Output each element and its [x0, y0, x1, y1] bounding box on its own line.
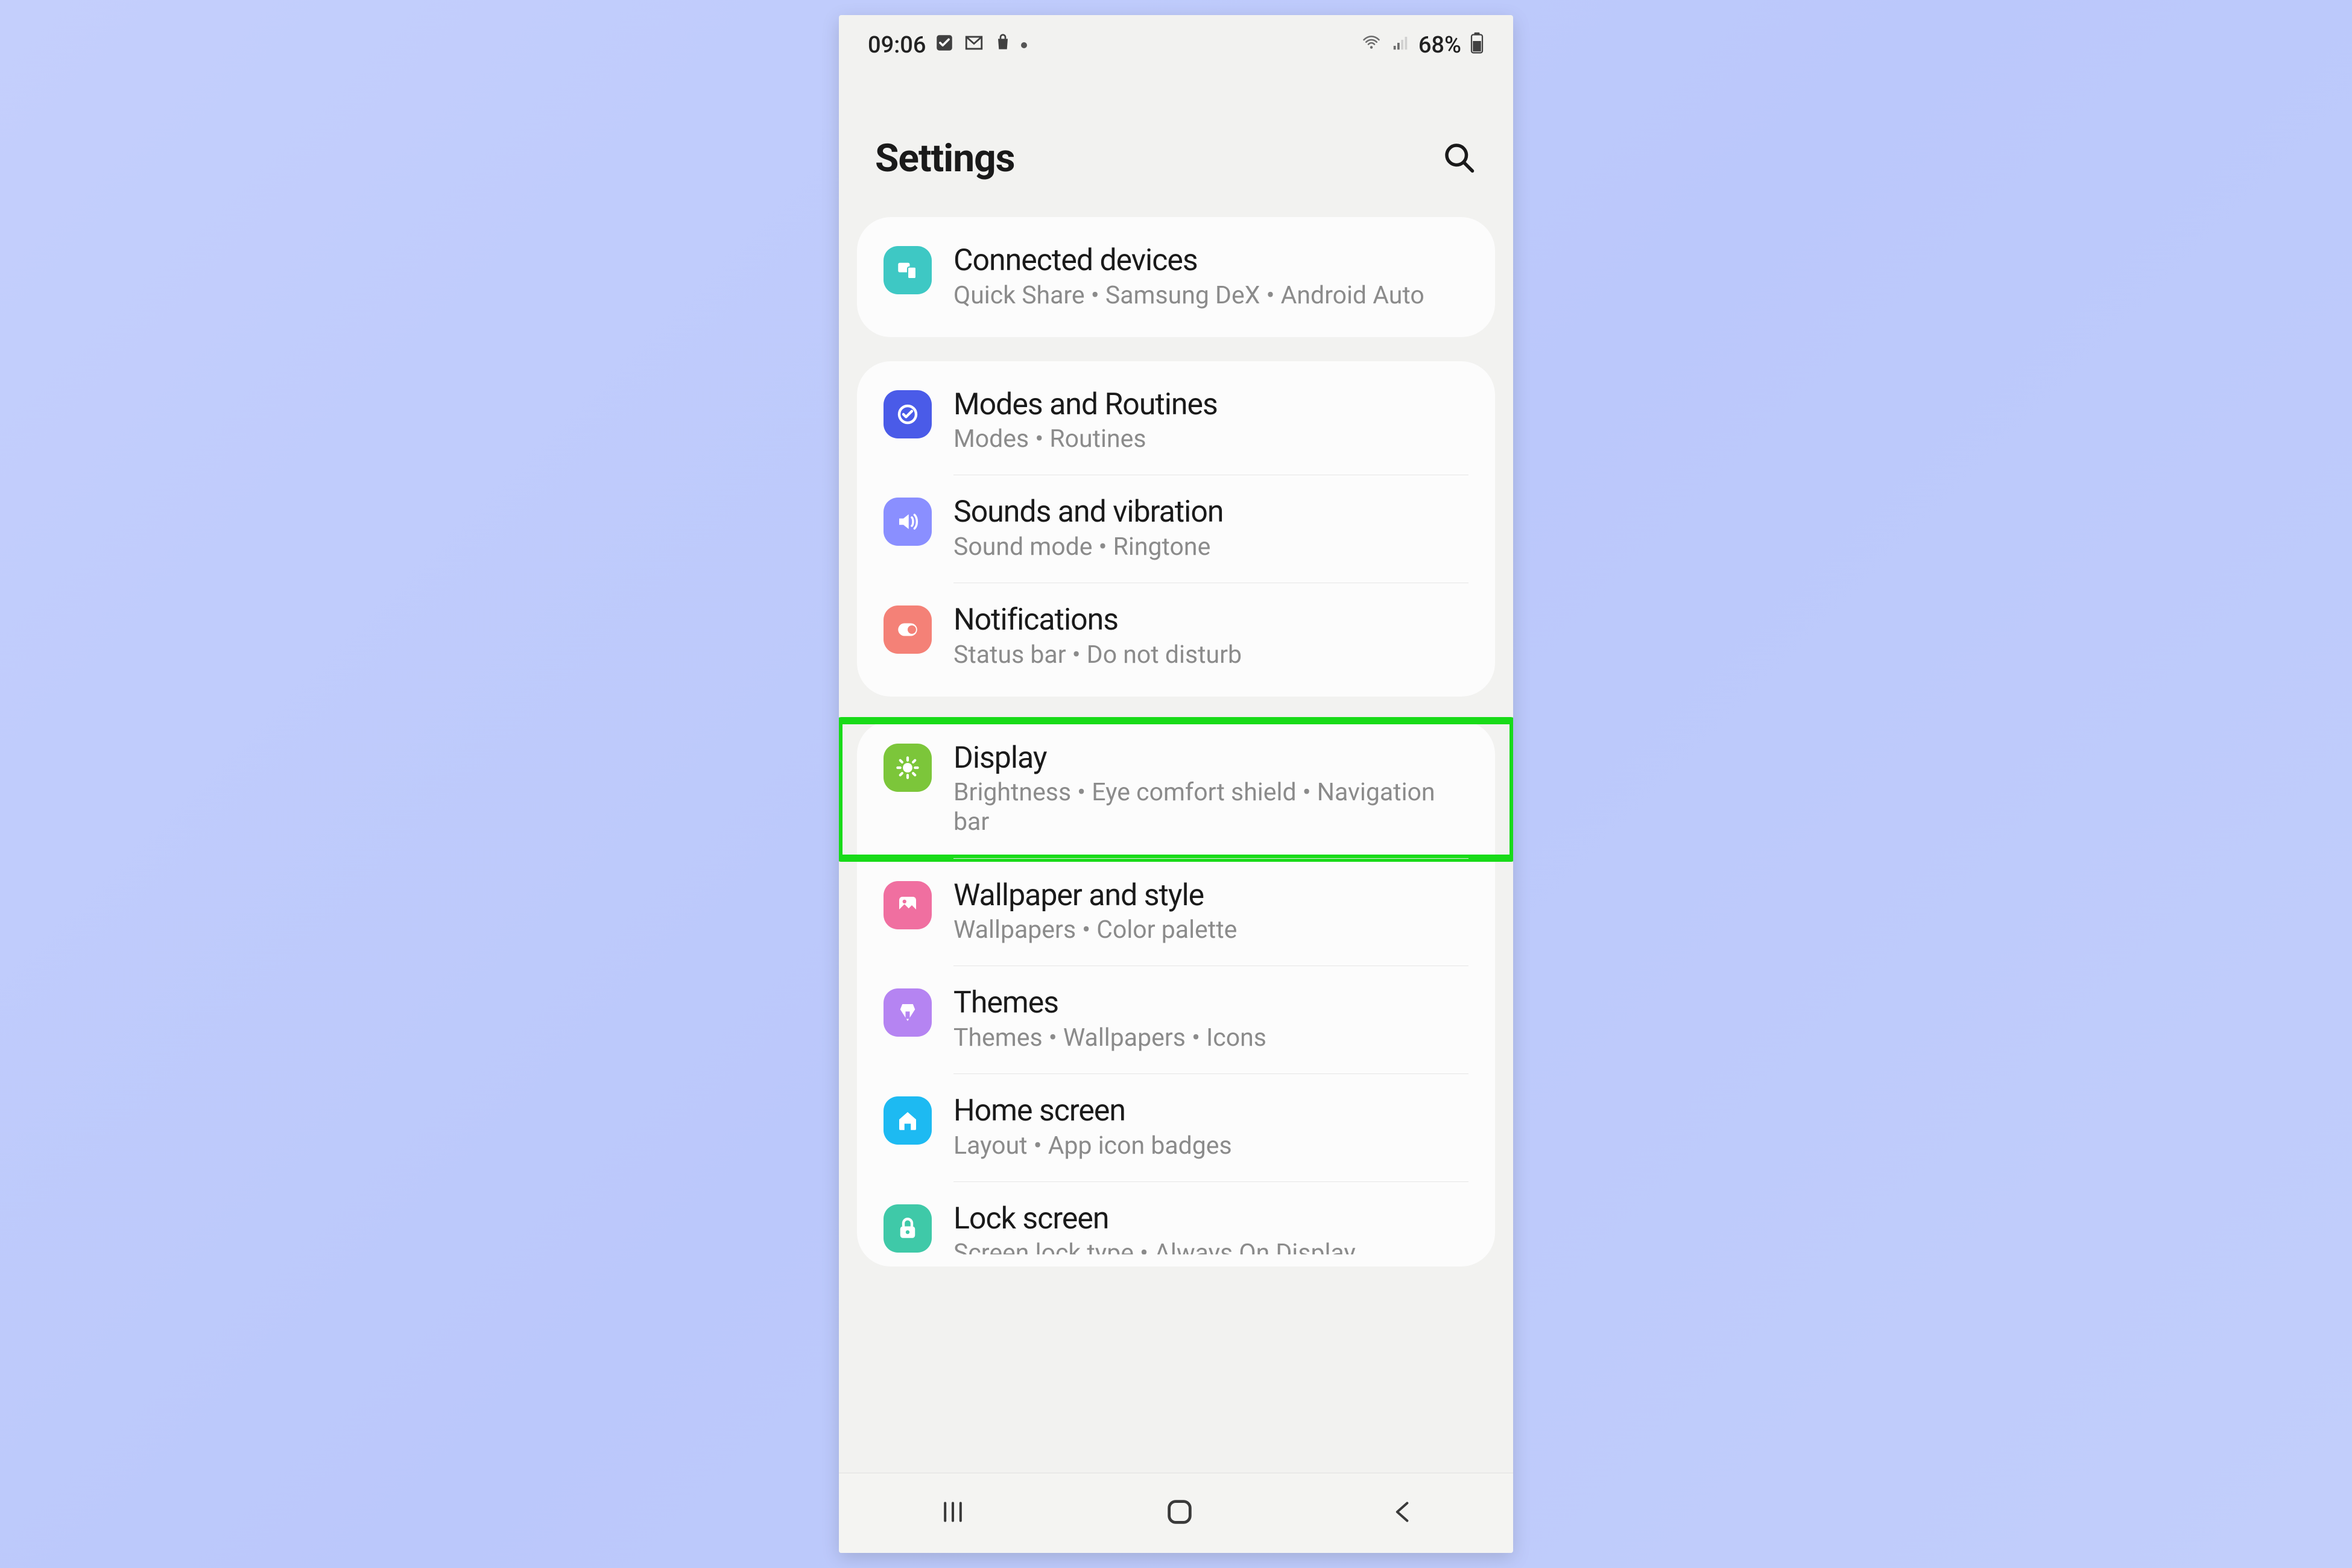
settings-item-title: Wallpaper and style [953, 879, 1468, 914]
more-dot-icon [1021, 42, 1027, 48]
settings-item-title: Display [953, 741, 1468, 776]
settings-item-connected-devices[interactable]: Connected devices Quick Share • Samsung … [857, 223, 1495, 331]
mail-icon [963, 33, 985, 58]
wifi-icon [1361, 34, 1382, 57]
settings-item-title: Modes and Routines [953, 388, 1468, 423]
back-button[interactable] [1389, 1497, 1416, 1529]
devices-icon [884, 246, 932, 294]
lock-icon [884, 1204, 932, 1253]
settings-list[interactable]: Connected devices Quick Share • Samsung … [839, 217, 1513, 1473]
settings-header: Settings [839, 63, 1513, 217]
sound-icon [884, 498, 932, 546]
settings-item-subtitle: Quick Share • Samsung DeX • Android Auto [953, 281, 1468, 311]
settings-item-subtitle: Screen lock type • Always On Display [953, 1239, 1468, 1254]
settings-item-notifications[interactable]: Notifications Status bar • Do not distur… [857, 583, 1495, 691]
status-time: 09:06 [868, 32, 926, 58]
android-nav-bar [839, 1473, 1513, 1553]
settings-item-title: Connected devices [953, 244, 1468, 279]
settings-item-subtitle: Layout • App icon badges [953, 1131, 1468, 1161]
themes-icon [884, 988, 932, 1037]
settings-group: Connected devices Quick Share • Samsung … [857, 217, 1495, 337]
settings-group: Display Brightness • Eye comfort shield … [857, 721, 1495, 1266]
settings-item-subtitle: Sound mode • Ringtone [953, 533, 1468, 562]
settings-item-display[interactable]: Display Brightness • Eye comfort shield … [839, 721, 1513, 858]
home-button[interactable] [1164, 1496, 1195, 1530]
settings-item-wallpaper-style[interactable]: Wallpaper and style Wallpapers • Color p… [857, 858, 1495, 966]
signal-icon [1391, 34, 1410, 57]
status-bar: 09:06 68% [839, 15, 1513, 63]
battery-icon [1470, 32, 1484, 58]
settings-item-title: Lock screen [953, 1202, 1468, 1237]
settings-item-subtitle: Brightness • Eye comfort shield • Naviga… [953, 778, 1468, 837]
checkbox-icon [934, 33, 955, 58]
recents-button[interactable] [936, 1499, 970, 1528]
battery-percent: 68% [1418, 32, 1461, 58]
settings-item-subtitle: Wallpapers • Color palette [953, 915, 1468, 945]
home-icon [884, 1096, 932, 1145]
settings-item-title: Themes [953, 986, 1468, 1021]
display-icon [884, 744, 932, 792]
shopping-icon [993, 33, 1013, 58]
settings-item-modes-routines[interactable]: Modes and Routines Modes • Routines [857, 367, 1495, 475]
notifications-icon [884, 605, 932, 654]
modes-icon [884, 390, 932, 438]
settings-item-subtitle: Modes • Routines [953, 425, 1468, 454]
page-title: Settings [875, 136, 1015, 181]
settings-item-title: Sounds and vibration [953, 495, 1468, 530]
settings-item-subtitle: Status bar • Do not disturb [953, 640, 1468, 670]
settings-item-title: Notifications [953, 603, 1468, 638]
settings-item-subtitle: Themes • Wallpapers • Icons [953, 1023, 1468, 1053]
settings-item-lock-screen[interactable]: Lock screen Screen lock type • Always On… [857, 1181, 1495, 1261]
search-icon[interactable] [1441, 139, 1477, 178]
settings-item-title: Home screen [953, 1094, 1468, 1129]
settings-item-themes[interactable]: Themes Themes • Wallpapers • Icons [857, 966, 1495, 1073]
settings-group: Modes and Routines Modes • Routines Soun… [857, 361, 1495, 697]
settings-item-home-screen[interactable]: Home screen Layout • App icon badges [857, 1073, 1495, 1181]
settings-item-sounds-vibration[interactable]: Sounds and vibration Sound mode • Ringto… [857, 475, 1495, 583]
wallpaper-icon [884, 881, 932, 929]
phone-frame: 09:06 68% Settings [839, 15, 1513, 1553]
